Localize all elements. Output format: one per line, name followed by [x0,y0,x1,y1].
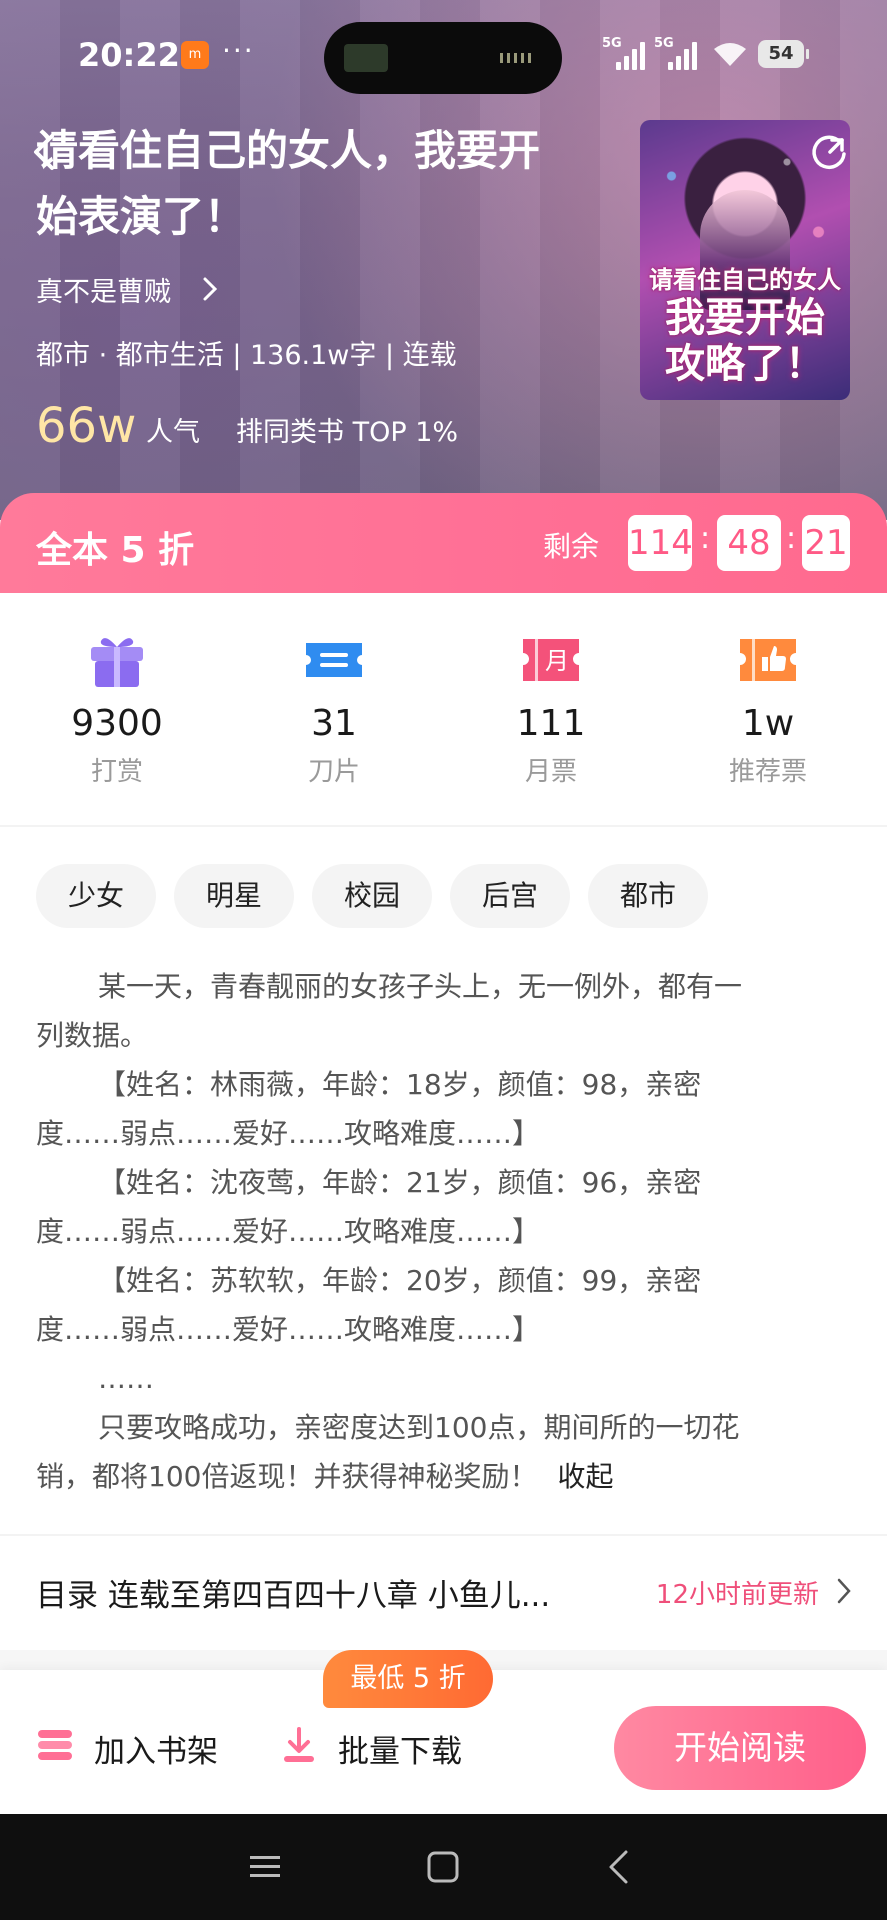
discount-banner[interactable]: 全本 5 折 剩余 114 : 48 : 21 [0,493,887,593]
stat-label: 月票 [524,757,577,787]
stat-blade[interactable]: 31 刀片 [254,593,414,825]
stat-value: 9300 [71,703,163,744]
download-icon [284,1727,314,1762]
synopsis-line: 列数据。 [36,1019,149,1052]
synopsis-line: …… [98,1362,154,1395]
popularity-label: 人气 [146,417,200,448]
battery-icon: 54 [758,40,809,68]
svg-text:月: 月 [545,647,569,675]
countdown-hours: 114 [628,515,693,571]
catalog-row[interactable]: 目录 连载至第四百四十八章 小鱼儿... 12小时前更新 [0,1536,887,1648]
catalog-update-time: 12小时前更新 [655,1580,819,1610]
tag-chip[interactable]: 校园 [312,864,432,928]
book-title: 请看住自己的女人，我要开 始表演了！ [36,118,596,250]
system-navigation-bar [0,1814,887,1920]
back-icon[interactable] [606,1848,630,1886]
audio-wave-icon [500,53,534,63]
ticket-icon [306,643,362,677]
book-title-line: 请看住自己的女人，我要开 [36,126,541,175]
chevron-right-icon [837,1578,851,1604]
rank-badge: 排同类书 TOP 1% [236,417,459,448]
synopsis-line: 【姓名：沈夜莺，年龄：21岁，颜值：96，亲密 [98,1166,702,1199]
thumbs-up-icon [740,639,796,681]
synopsis-line: 度……弱点……爱好……攻略难度……】 [36,1215,541,1248]
stat-value: 111 [516,703,586,744]
stat-value: 1w [741,703,795,744]
chevron-right-icon [203,277,218,301]
back-arrow-icon[interactable] [30,132,58,172]
synopsis-line: 【姓名：苏软软，年龄：20岁，颜值：99，亲密 [98,1264,702,1297]
author-link[interactable]: 真不是曹贼 [36,270,171,309]
status-time: 20:22 [78,36,180,74]
divider [0,825,887,827]
collapse-button[interactable]: 收起 [557,1460,613,1493]
catalog-title: 目录 连载至第四百四十八章 小鱼儿... [36,1578,551,1614]
bottom-action-bar: 加入书架 批量下载 最低 5 折 开始阅读 [0,1650,887,1814]
home-icon[interactable] [426,1850,460,1884]
media-thumbnail [344,44,388,72]
stat-recommend[interactable]: 1w 推荐票 [688,593,848,825]
bookshelf-icon [38,1730,72,1760]
stat-label: 打赏 [90,757,143,787]
stat-label: 推荐票 [728,757,807,787]
book-header: 20:22 m ··· 5G 5G 54 请看住自己的女人，我要开 始表演了！ … [0,0,887,520]
synopsis-line: 【姓名：林雨薇，年龄：18岁，颜值：98，亲密 [98,1068,702,1101]
monthly-ticket-icon: 月 [523,639,579,681]
stat-monthly-ticket[interactable]: 月 111 月票 [471,593,631,825]
synopsis-line: 只要攻略成功，亲密度达到100点，期间所的一切花 [98,1411,740,1444]
countdown-label: 剩余 [543,530,600,563]
more-notifications-icon: ··· [222,34,255,67]
gift-icon [91,638,143,687]
share-icon[interactable] [808,132,850,174]
countdown-minutes: 48 [717,515,781,571]
app-notification-icon: m [181,41,209,69]
stat-reward[interactable]: 9300 打赏 [37,593,197,825]
countdown-colon: : [786,521,797,556]
countdown-colon: : [700,521,711,556]
dynamic-island [324,22,562,94]
synopsis-text: 销，都将100倍返现！并获得神秘奖励！ [36,1460,538,1493]
stat-label: 刀片 [307,757,360,787]
stat-value: 31 [311,703,357,744]
cover-title: 请看住自己的女人 我要开始 攻略了！ [649,265,841,387]
discount-promo-badge: 最低 5 折 [323,1650,493,1708]
synopsis-line: 度……弱点……爱好……攻略难度……】 [36,1313,541,1346]
book-title-line: 始表演了！ [36,192,247,241]
start-reading-button[interactable]: 开始阅读 [614,1706,866,1790]
add-to-shelf-label: 加入书架 [94,1734,218,1770]
synopsis-line: 销，都将100倍返现！并获得神秘奖励！ 收起 [36,1452,852,1501]
batch-download-label: 批量下载 [338,1734,462,1770]
countdown-seconds: 21 [802,515,850,571]
popularity-value: 66w [36,398,137,454]
wifi-icon [714,43,746,66]
tag-chip[interactable]: 后宫 [450,864,570,928]
stats-row: 9300 打赏 31 刀片 月 111 月票 1w 推荐票 [0,593,887,825]
synopsis-line: 度……弱点……爱好……攻略难度……】 [36,1117,541,1150]
tag-chip[interactable]: 少女 [36,864,156,928]
synopsis-line: 某一天，青春靓丽的女孩子头上，无一例外，都有一 [98,970,743,1003]
book-meta: 都市 · 都市生活 | 136.1w字 | 连载 [36,340,457,371]
status-bar: 20:22 m ··· 5G 5G 54 [0,0,887,110]
tag-chip[interactable]: 明星 [174,864,294,928]
tag-chip[interactable]: 都市 [588,864,708,928]
menu-icon[interactable] [248,1852,282,1882]
discount-label: 全本 5 折 [36,530,195,571]
synopsis[interactable]: 某一天，青春靓丽的女孩子头上，无一例外，都有一 列数据。 【姓名：林雨薇，年龄：… [36,962,852,1501]
